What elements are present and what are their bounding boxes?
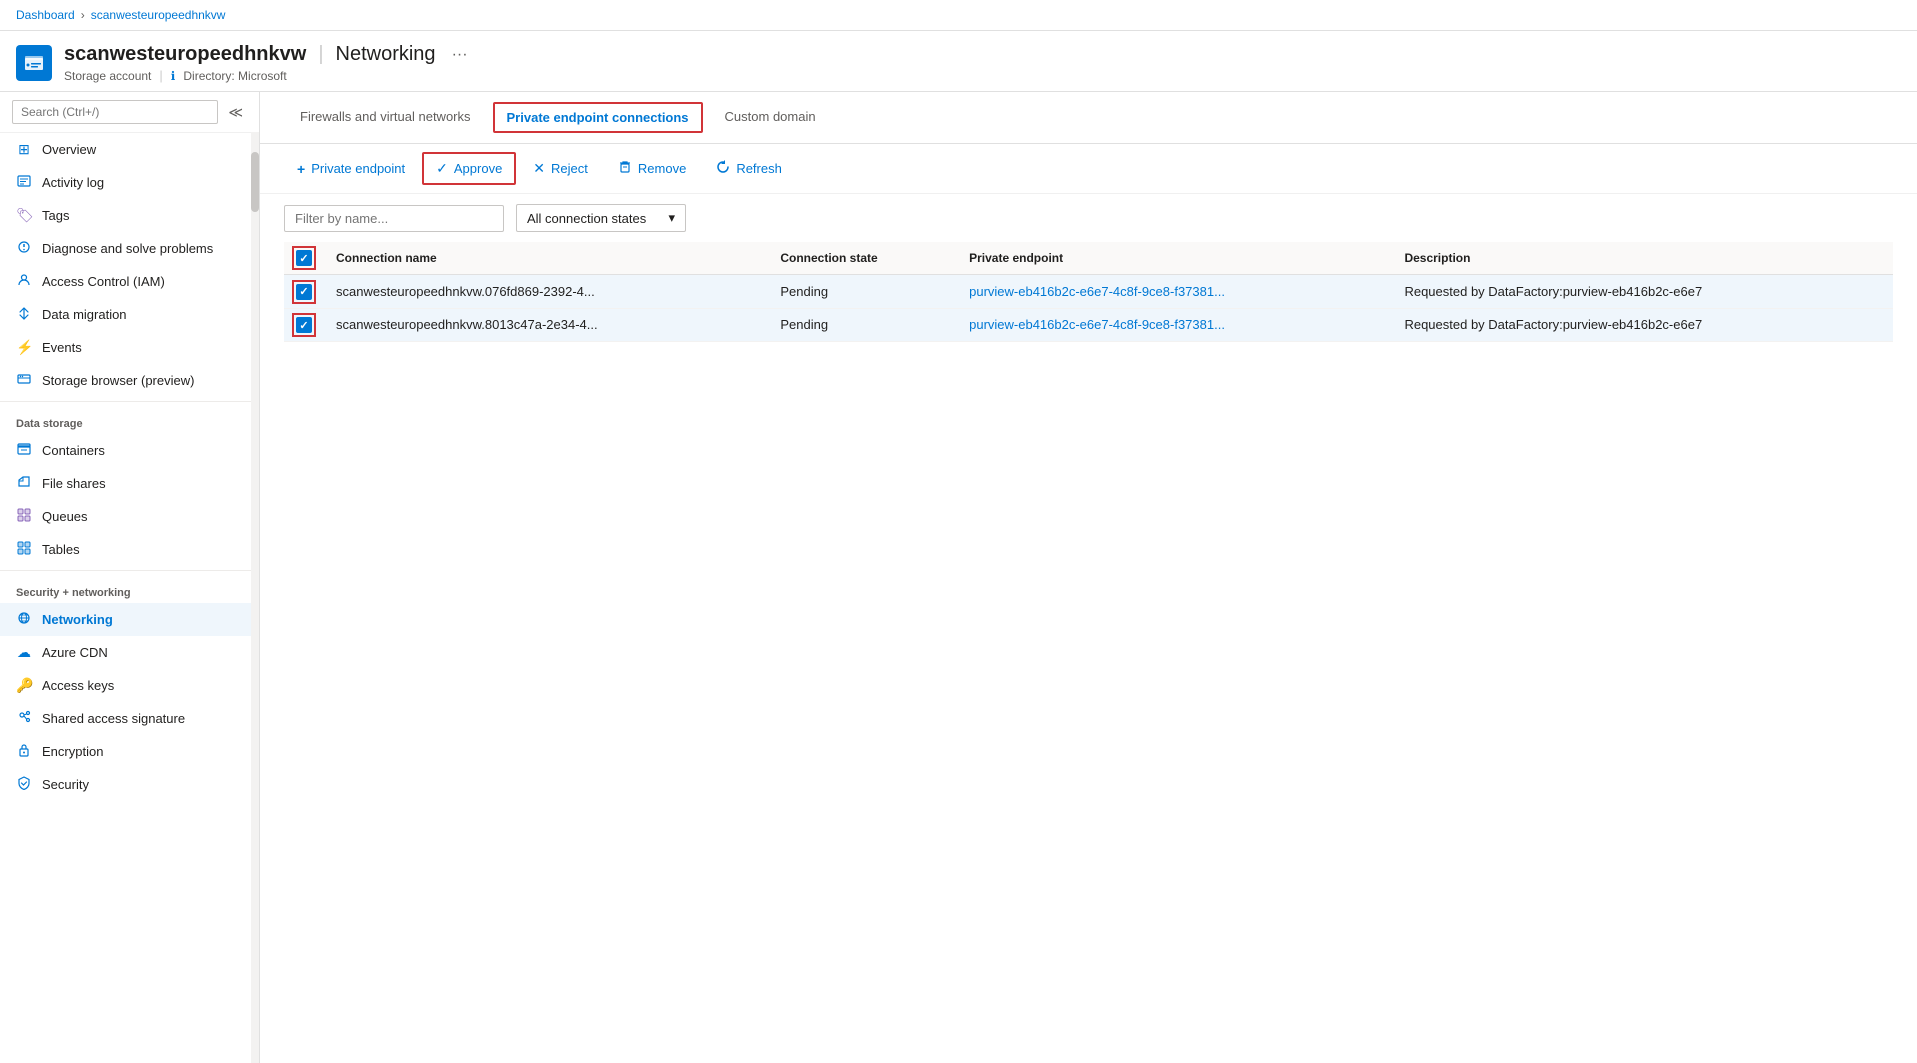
breadcrumb-chevron: › <box>81 8 85 22</box>
activity-log-icon <box>16 174 32 191</box>
events-icon: ⚡ <box>16 339 32 356</box>
sidebar-item-storage-browser[interactable]: Storage browser (preview) <box>0 364 259 397</box>
toolbar: + Private endpoint ✓ Approve ✕ Reject Re… <box>260 144 1917 194</box>
sidebar-item-encryption[interactable]: Encryption <box>0 735 259 768</box>
breadcrumb-dashboard[interactable]: Dashboard <box>16 8 75 22</box>
security-networking-section-label: Security + networking <box>0 575 259 603</box>
meta-divider: | <box>159 68 162 83</box>
data-migration-icon <box>16 306 32 323</box>
approve-icon: ✓ <box>436 160 448 177</box>
select-all-header[interactable]: ✓ <box>284 242 324 275</box>
sidebar-item-shared-access-signature[interactable]: Shared access signature <box>0 702 259 735</box>
filter-by-name-input[interactable] <box>284 205 504 232</box>
content-area: Firewalls and virtual networks Private e… <box>260 92 1917 1063</box>
security-icon <box>16 776 32 793</box>
page-header: scanwesteuropeedhnkvw | Networking ··· S… <box>0 31 1917 92</box>
sidebar-search-container: ≪ <box>0 92 259 133</box>
access-keys-icon: 🔑 <box>16 677 32 694</box>
column-connection-state: Connection state <box>768 242 957 275</box>
sidebar: ≪ ⊞ Overview Activity log 🏷 Tags Diagnos… <box>0 92 260 1063</box>
sidebar-item-access-control[interactable]: Access Control (IAM) <box>0 265 259 298</box>
directory-label: Directory: Microsoft <box>183 69 286 83</box>
add-icon: + <box>297 161 305 177</box>
breadcrumb: Dashboard › scanwesteuropeedhnkvw <box>0 0 1917 31</box>
reject-button[interactable]: ✕ Reject <box>520 153 601 184</box>
networking-icon <box>16 611 32 628</box>
connections-table: ✓ Connection name Connection state Priva… <box>284 242 1893 342</box>
access-control-icon <box>16 273 32 290</box>
sidebar-item-azure-cdn[interactable]: ☁ Azure CDN <box>0 636 259 669</box>
refresh-icon <box>716 160 730 177</box>
sidebar-item-data-migration[interactable]: Data migration <box>0 298 259 331</box>
refresh-button[interactable]: Refresh <box>703 153 795 184</box>
filter-row: All connection states ▾ <box>260 194 1917 242</box>
table-row[interactable]: ✓ scanwesteuropeedhnkvw.8013c47a-2e34-4.… <box>284 308 1893 342</box>
row1-connection-name: scanwesteuropeedhnkvw.076fd869-2392-4... <box>324 275 768 309</box>
column-private-endpoint: Private endpoint <box>957 242 1392 275</box>
row1-connection-state: Pending <box>768 275 957 309</box>
azure-cdn-icon: ☁ <box>16 644 32 661</box>
sidebar-item-containers[interactable]: Containers <box>0 434 259 467</box>
file-shares-icon <box>16 475 32 492</box>
sidebar-item-access-keys[interactable]: 🔑 Access keys <box>0 669 259 702</box>
column-description: Description <box>1392 242 1893 275</box>
row2-description: Requested by DataFactory:purview-eb416b2… <box>1392 308 1893 342</box>
sidebar-item-tags[interactable]: 🏷 Tags <box>0 199 259 232</box>
resource-type-label: Storage account <box>64 69 151 83</box>
table-container: ✓ Connection name Connection state Priva… <box>260 242 1917 366</box>
row2-checkbox[interactable]: ✓ <box>296 317 312 333</box>
tab-custom-domain[interactable]: Custom domain <box>709 97 832 138</box>
data-storage-section-label: Data storage <box>0 406 259 434</box>
dropdown-arrow-icon: ▾ <box>668 210 675 226</box>
encryption-icon <box>16 743 32 760</box>
sidebar-item-overview[interactable]: ⊞ Overview <box>0 133 259 166</box>
containers-icon <box>16 442 32 459</box>
more-options-button[interactable]: ··· <box>452 46 468 64</box>
diagnose-icon <box>16 240 32 257</box>
row1-checkbox[interactable]: ✓ <box>296 284 312 300</box>
info-icon: ℹ <box>171 69 176 83</box>
approve-button[interactable]: ✓ Approve <box>424 154 514 183</box>
sidebar-item-file-shares[interactable]: File shares <box>0 467 259 500</box>
sidebar-item-diagnose[interactable]: Diagnose and solve problems <box>0 232 259 265</box>
sidebar-item-activity-log[interactable]: Activity log <box>0 166 259 199</box>
sidebar-item-queues[interactable]: Queues <box>0 500 259 533</box>
sidebar-collapse-button[interactable]: ≪ <box>224 102 247 123</box>
tables-icon <box>16 541 32 558</box>
row2-connection-state: Pending <box>768 308 957 342</box>
tab-private-endpoint[interactable]: Private endpoint connections <box>493 102 703 133</box>
sidebar-item-networking[interactable]: Networking <box>0 603 259 636</box>
column-connection-name: Connection name <box>324 242 768 275</box>
select-all-checkbox[interactable]: ✓ <box>296 250 312 266</box>
page-section-title: Networking <box>336 43 436 66</box>
queues-icon <box>16 508 32 525</box>
remove-icon <box>618 160 632 177</box>
row2-private-endpoint[interactable]: purview-eb416b2c-e6e7-4c8f-9ce8-f37381..… <box>957 308 1392 342</box>
reject-icon: ✕ <box>533 160 545 177</box>
resource-name: scanwesteuropeedhnkvw <box>64 43 306 66</box>
row1-private-endpoint[interactable]: purview-eb416b2c-e6e7-4c8f-9ce8-f37381..… <box>957 275 1392 309</box>
tags-icon: 🏷 <box>16 207 32 224</box>
sidebar-item-tables[interactable]: Tables <box>0 533 259 566</box>
sidebar-item-events[interactable]: ⚡ Events <box>0 331 259 364</box>
row1-checkbox-cell[interactable]: ✓ <box>284 275 324 309</box>
storage-browser-icon <box>16 372 32 389</box>
row2-connection-name: scanwesteuropeedhnkvw.8013c47a-2e34-4... <box>324 308 768 342</box>
row1-description: Requested by DataFactory:purview-eb416b2… <box>1392 275 1893 309</box>
breadcrumb-resource[interactable]: scanwesteuropeedhnkvw <box>91 8 226 22</box>
resource-icon <box>16 45 52 81</box>
search-input[interactable] <box>12 100 218 124</box>
shared-access-icon <box>16 710 32 727</box>
connection-state-dropdown[interactable]: All connection states ▾ <box>516 204 686 232</box>
header-separator: | <box>318 43 323 66</box>
overview-icon: ⊞ <box>16 141 32 158</box>
tab-firewalls[interactable]: Firewalls and virtual networks <box>284 97 487 138</box>
add-private-endpoint-button[interactable]: + Private endpoint <box>284 154 418 184</box>
sidebar-item-security[interactable]: Security <box>0 768 259 801</box>
remove-button[interactable]: Remove <box>605 153 699 184</box>
table-row[interactable]: ✓ scanwesteuropeedhnkvw.076fd869-2392-4.… <box>284 275 1893 309</box>
tabs-bar: Firewalls and virtual networks Private e… <box>260 92 1917 144</box>
row2-checkbox-cell[interactable]: ✓ <box>284 308 324 342</box>
